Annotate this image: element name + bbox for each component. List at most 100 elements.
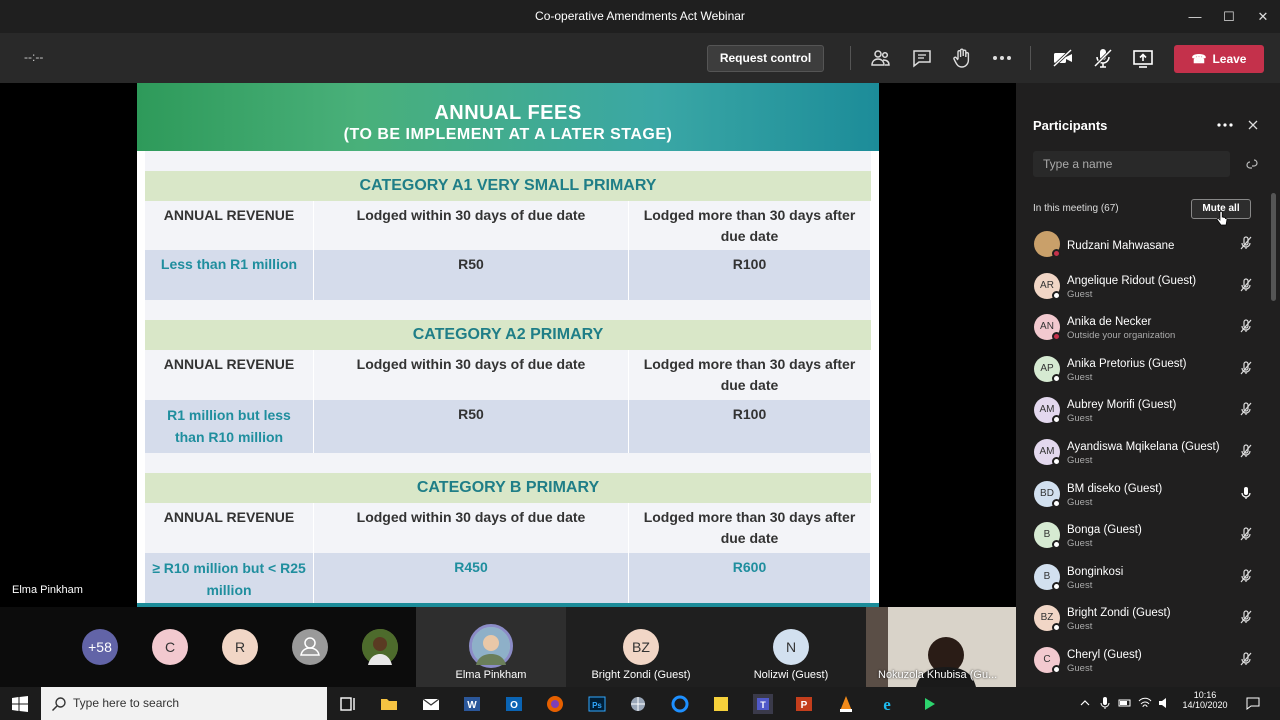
chevron-up-icon[interactable] <box>1080 698 1090 708</box>
microphone-muted-icon[interactable] <box>1238 651 1254 667</box>
list-item[interactable]: AM Aubrey Morifi (Guest) Guest <box>1016 389 1280 431</box>
network-app-icon[interactable] <box>628 694 648 714</box>
svg-text:P: P <box>801 700 808 711</box>
avatar[interactable]: C <box>152 629 188 665</box>
chat-icon[interactable] <box>910 46 934 70</box>
slide-header: ANNUAL FEES (TO BE IMPLEMENT AT A LATER … <box>137 83 879 151</box>
teams-icon[interactable]: T <box>753 694 773 714</box>
firefox-icon[interactable] <box>545 694 565 714</box>
share-screen-icon[interactable] <box>1131 46 1155 70</box>
minimize-button[interactable]: — <box>1178 0 1212 33</box>
battery-icon[interactable] <box>1118 696 1132 710</box>
sticky-notes-icon[interactable] <box>711 694 731 714</box>
windows-start-icon[interactable] <box>12 696 28 712</box>
video-tile[interactable]: N Nolizwi (Guest) <box>716 607 866 687</box>
microphone-muted-icon[interactable] <box>1238 360 1254 376</box>
microphone-muted-icon[interactable] <box>1238 443 1254 459</box>
list-item[interactable]: B Bonginkosi Guest <box>1016 556 1280 598</box>
microphone-muted-icon[interactable] <box>1238 318 1254 334</box>
internet-explorer-icon[interactable]: e <box>877 694 897 714</box>
taskbar-search-input[interactable]: Type here to search <box>41 687 327 720</box>
notifications-icon[interactable] <box>1246 696 1260 710</box>
vlc-icon[interactable] <box>836 694 856 714</box>
media-player-icon[interactable] <box>919 694 939 714</box>
list-item[interactable]: BD BM diseko (Guest) Guest <box>1016 473 1280 515</box>
presence-status-dot <box>1052 415 1061 425</box>
microphone-icon[interactable] <box>1238 485 1254 501</box>
microphone-icon[interactable] <box>1099 696 1111 710</box>
participant-video-strip: +58 C R Elma Pinkham BZ Bright Zondi (Gu… <box>0 607 1016 687</box>
share-invite-icon[interactable] <box>1245 158 1259 170</box>
task-view-icon[interactable] <box>338 694 358 714</box>
file-explorer-icon[interactable] <box>379 694 399 714</box>
list-item[interactable]: AN Anika de Necker Outside your organizati… <box>1016 306 1280 348</box>
video-tile[interactable]: Elma Pinkham <box>416 607 566 687</box>
list-item[interactable]: Rudzani Mahwasane <box>1016 223 1280 265</box>
person-icon <box>300 637 320 656</box>
list-item[interactable]: B Bonga (Guest) Guest <box>1016 514 1280 556</box>
revenue-band: Less than R1 million <box>145 250 314 300</box>
participant-role: Guest <box>1067 288 1093 300</box>
microphone-muted-icon[interactable] <box>1091 46 1115 70</box>
word-icon[interactable]: W <box>462 694 482 714</box>
more-options-icon[interactable] <box>990 46 1014 70</box>
video-tile-camera[interactable]: Nokuzola Khubisa (Gu... <box>866 607 1016 687</box>
toolbar-divider <box>850 46 851 70</box>
header-annual-revenue: ANNUAL REVENUE <box>145 201 314 250</box>
edge-legacy-icon[interactable] <box>670 694 690 714</box>
participant-name: BM diseko (Guest) <box>1067 482 1163 495</box>
microphone-muted-icon[interactable] <box>1238 568 1254 584</box>
list-item[interactable]: BZ Bright Zondi (Guest) Guest <box>1016 597 1280 639</box>
section-spacer <box>145 300 871 320</box>
maximize-button[interactable]: ☐ <box>1212 0 1246 33</box>
tile-name: Nolizwi (Guest) <box>753 669 829 681</box>
list-item[interactable]: AR Angelique Ridout (Guest) Guest <box>1016 265 1280 307</box>
microphone-muted-icon[interactable] <box>1238 526 1254 542</box>
svg-text:Ps: Ps <box>592 701 602 710</box>
fee-within-30-days: R450 <box>314 553 629 607</box>
presence-status-dot <box>1052 290 1061 300</box>
volume-icon[interactable] <box>1158 696 1172 710</box>
avatar[interactable]: R <box>222 629 258 665</box>
header-after-30-days: Lodged more than 30 days after due date <box>629 350 871 400</box>
photoshop-icon[interactable]: Ps <box>587 694 607 714</box>
window-controls: — ☐ ✕ <box>1178 0 1280 33</box>
search-icon <box>51 697 66 712</box>
fee-within-30-days: R50 <box>314 250 629 300</box>
avatar[interactable] <box>292 629 328 665</box>
microphone-muted-icon[interactable] <box>1238 401 1254 417</box>
taskbar-clock[interactable]: 10:16 14/10/2020 <box>1181 690 1229 710</box>
microphone-muted-icon[interactable] <box>1238 235 1254 251</box>
presence-status-dot <box>1052 332 1061 342</box>
tile-name: Nokuzola Khubisa (Gu... <box>878 669 998 681</box>
participant-role: Guest <box>1067 662 1093 674</box>
svg-text:W: W <box>467 700 477 711</box>
more-options-icon[interactable] <box>1216 119 1234 131</box>
more-participants-badge[interactable]: +58 <box>82 629 118 665</box>
header-annual-revenue: ANNUAL REVENUE <box>145 350 314 400</box>
powerpoint-icon[interactable]: P <box>794 694 814 714</box>
leave-button[interactable]: ☎ Leave <box>1174 45 1264 73</box>
participant-name: Cheryl (Guest) <box>1067 648 1142 661</box>
participant-search-input[interactable]: Type a name <box>1033 151 1230 177</box>
microphone-muted-icon[interactable] <box>1238 609 1254 625</box>
participants-icon[interactable] <box>869 46 893 70</box>
close-icon[interactable] <box>1247 119 1259 131</box>
participant-name: Angelique Ridout (Guest) <box>1067 274 1197 287</box>
raise-hand-icon[interactable] <box>950 46 974 70</box>
mail-icon[interactable] <box>421 694 441 714</box>
request-control-button[interactable]: Request control <box>707 45 824 72</box>
video-tile[interactable]: BZ Bright Zondi (Guest) <box>566 607 716 687</box>
outlook-icon[interactable]: O <box>504 694 524 714</box>
participant-name: Ayandiswa Mqikelana (Guest) <box>1067 440 1220 453</box>
list-item[interactable]: AP Anika Pretorius (Guest) Guest <box>1016 348 1280 390</box>
presentation-slide: ANNUAL FEES (TO BE IMPLEMENT AT A LATER … <box>137 83 879 607</box>
list-item[interactable]: C Cheryl (Guest) Guest <box>1016 639 1280 681</box>
wifi-icon[interactable] <box>1138 696 1152 710</box>
fee-after-30-days: R600 <box>629 553 871 607</box>
microphone-muted-icon[interactable] <box>1238 277 1254 293</box>
list-item[interactable]: AM Ayandiswa Mqikelana (Guest) Guest <box>1016 431 1280 473</box>
close-window-button[interactable]: ✕ <box>1246 0 1280 33</box>
camera-off-icon[interactable] <box>1051 46 1075 70</box>
avatar-photo[interactable] <box>362 629 398 665</box>
